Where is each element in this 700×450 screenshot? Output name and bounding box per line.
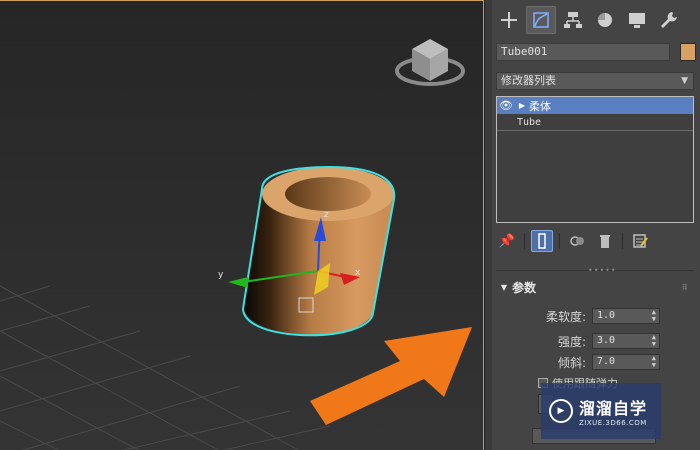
rollout-grip-icon: ⠿: [681, 282, 688, 292]
watermark-subtitle: ZIXUE.3D66.COM: [579, 419, 647, 427]
site-watermark: ▶ 溜溜自学 ZIXUE.3D66.COM: [541, 383, 661, 439]
motion-icon: [598, 13, 612, 27]
stack-item-base-object[interactable]: Tube: [497, 114, 693, 131]
strength-param-row: 强度: 3.0 ▲ ▼: [500, 333, 660, 349]
collapse-triangle-icon: ▼: [500, 282, 508, 292]
play-logo-icon: ▶: [549, 399, 573, 423]
configure-modifier-sets-button[interactable]: [629, 230, 651, 252]
utilities-wrench-icon: [661, 12, 677, 28]
stack-item-modifier[interactable]: 👁 ▶ 柔体: [497, 97, 693, 114]
create-plus-icon: [501, 12, 517, 28]
parameters-rollout-header[interactable]: ▼ 参数 ⠿: [496, 278, 694, 296]
sway-spinner[interactable]: 7.0 ▲ ▼: [592, 354, 660, 370]
softness-label: 柔软度:: [545, 309, 586, 324]
resize-grip-icon[interactable]: •••••: [588, 266, 617, 275]
modify-icon: [533, 12, 549, 28]
object-name-row: Tube001: [496, 43, 696, 61]
softness-spinner[interactable]: 1.0 ▲ ▼: [592, 308, 660, 324]
tab-modify[interactable]: [526, 6, 556, 34]
stack-toolbar: 📌: [496, 230, 694, 252]
spinner-arrows-icon[interactable]: ▲ ▼: [652, 334, 656, 348]
pin-icon: 📌: [498, 233, 516, 249]
expand-triangle-icon[interactable]: ▶: [515, 101, 529, 110]
configure-sets-icon: [633, 234, 648, 248]
viewcube-icon[interactable]: [395, 39, 465, 86]
strength-value: 3.0: [597, 335, 616, 346]
spinner-arrows-icon[interactable]: ▲ ▼: [652, 355, 656, 369]
pin-stack-button[interactable]: 📌: [496, 230, 518, 252]
modifier-list-label: 修改器列表: [501, 74, 556, 87]
object-color-swatch[interactable]: [680, 43, 696, 61]
display-icon: [629, 13, 645, 28]
trash-icon: [600, 235, 610, 248]
panel-splitter[interactable]: [484, 0, 492, 450]
show-end-result-icon: [538, 233, 546, 249]
toolbar-separator: [559, 233, 560, 249]
make-unique-button[interactable]: [566, 230, 588, 252]
show-end-result-button[interactable]: [531, 230, 553, 252]
modifier-list-dropdown[interactable]: 修改器列表 ▼: [496, 72, 694, 90]
toolbar-separator: [622, 233, 623, 249]
tab-motion[interactable]: [590, 6, 620, 34]
tab-create[interactable]: [494, 6, 524, 34]
strength-spinner[interactable]: 3.0 ▲ ▼: [592, 333, 660, 349]
strength-label: 强度:: [557, 334, 586, 349]
watermark-text: 溜溜自学 ZIXUE.3D66.COM: [579, 395, 647, 427]
softness-value: 1.0: [597, 310, 616, 321]
eye-icon[interactable]: 👁: [497, 99, 515, 112]
spinner-arrows-icon[interactable]: ▲ ▼: [652, 309, 656, 323]
sway-param-row: 倾斜: 7.0 ▲ ▼: [500, 354, 660, 370]
command-panel-tabs: [492, 6, 700, 36]
make-unique-icon: [570, 236, 584, 246]
tab-utilities[interactable]: [654, 6, 684, 34]
svg-text:y: y: [218, 270, 224, 280]
sway-value: 7.0: [597, 356, 616, 367]
tab-hierarchy[interactable]: [558, 6, 588, 34]
softness-param-row: 柔软度: 1.0 ▲ ▼: [500, 308, 660, 324]
object-name-field[interactable]: Tube001: [496, 43, 670, 61]
modifier-stack: 👁 ▶ 柔体 Tube: [496, 96, 694, 223]
chevron-down-icon: ▼: [681, 76, 688, 86]
viewport-scene: z y x: [0, 39, 472, 450]
rollout-title: 参数: [512, 280, 537, 295]
annotation-arrow-icon: [310, 327, 472, 425]
stack-item-base-label: Tube: [517, 116, 542, 128]
svg-text:x: x: [355, 268, 361, 278]
viewport-perspective[interactable]: z y x: [0, 0, 484, 450]
svg-text:z: z: [324, 210, 329, 220]
toolbar-separator: [524, 233, 525, 249]
hierarchy-icon: [564, 12, 582, 28]
sway-label: 倾斜:: [557, 355, 586, 370]
watermark-title: 溜溜自学: [579, 399, 648, 418]
tab-display[interactable]: [622, 6, 652, 34]
remove-modifier-button[interactable]: [594, 230, 616, 252]
stack-item-label: 柔体: [529, 99, 551, 113]
